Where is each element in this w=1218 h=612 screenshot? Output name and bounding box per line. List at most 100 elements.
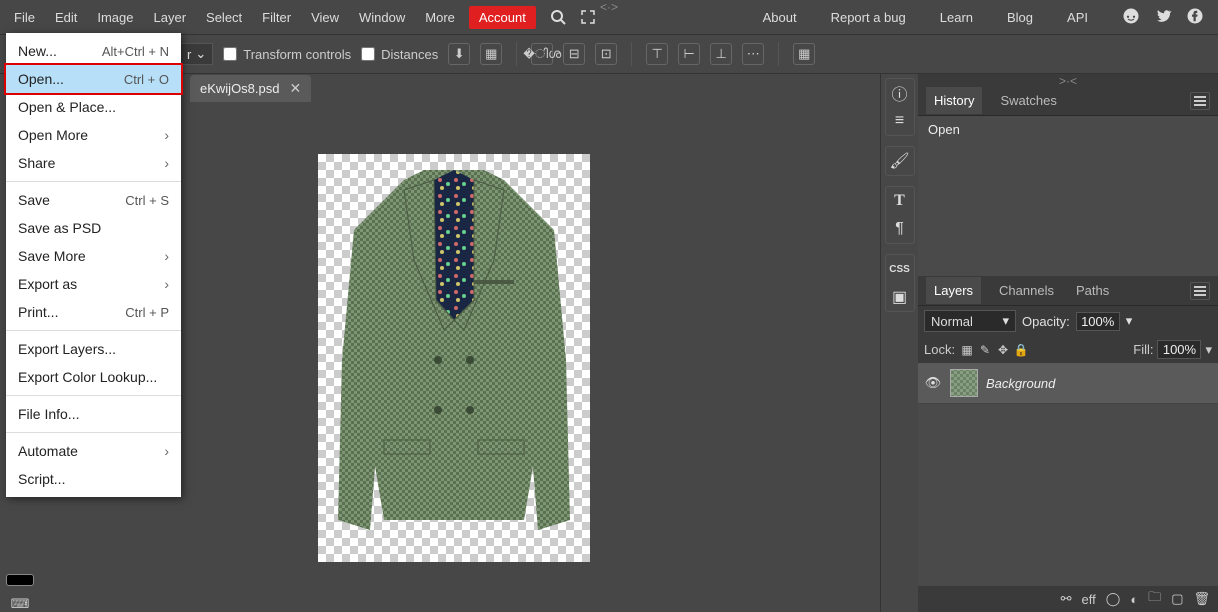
close-tab-icon[interactable]: ✕ bbox=[289, 80, 301, 97]
align-center-h-icon[interactable]: ⊟ bbox=[563, 43, 585, 65]
new-folder-icon[interactable]: 🗀 bbox=[1148, 588, 1161, 610]
opacity-dropdown-icon[interactable]: ▾ bbox=[1126, 313, 1133, 329]
link-learn[interactable]: Learn bbox=[930, 4, 983, 31]
layers-menu-icon[interactable] bbox=[1190, 282, 1210, 300]
menu-edit[interactable]: Edit bbox=[45, 4, 87, 31]
brush-icon[interactable]: 🖌 bbox=[886, 147, 914, 175]
align-middle-icon[interactable]: ⊢ bbox=[678, 43, 700, 65]
align-top-icon[interactable]: ⊤ bbox=[646, 43, 668, 65]
blend-mode-select[interactable]: Normal▾ bbox=[924, 310, 1016, 332]
adjustment-layer-icon[interactable]: ◐ bbox=[1130, 592, 1138, 607]
separator bbox=[778, 42, 779, 66]
reddit-icon[interactable] bbox=[1122, 7, 1140, 28]
dd-item-save-as-psd[interactable]: Save as PSD bbox=[6, 214, 181, 242]
panel-handle[interactable]: <·> bbox=[600, 0, 618, 14]
dd-item-save-more[interactable]: Save More› bbox=[6, 242, 181, 270]
dd-item-file-info-[interactable]: File Info... bbox=[6, 400, 181, 428]
menu-more[interactable]: More bbox=[415, 4, 465, 31]
dd-item-open-[interactable]: Open...Ctrl + O bbox=[4, 63, 183, 95]
layer-thumbnail bbox=[950, 369, 978, 397]
link-layers-icon[interactable]: ⚯ bbox=[1061, 591, 1072, 607]
dd-item-save[interactable]: SaveCtrl + S bbox=[6, 186, 181, 214]
fill-label: Fill: bbox=[1133, 342, 1153, 357]
color-swatch[interactable] bbox=[6, 574, 34, 586]
tab-channels[interactable]: Channels bbox=[995, 277, 1058, 304]
tab-swatches[interactable]: Swatches bbox=[996, 87, 1060, 114]
jacket-image bbox=[324, 160, 584, 556]
tab-paths[interactable]: Paths bbox=[1072, 277, 1113, 304]
lock-label: Lock: bbox=[924, 342, 955, 357]
tab-history[interactable]: History bbox=[926, 87, 982, 114]
dd-item-new-[interactable]: New...Alt+Ctrl + N bbox=[6, 37, 181, 65]
distances-check[interactable]: Distances bbox=[361, 47, 438, 62]
opacity-input[interactable]: 100% bbox=[1076, 312, 1120, 331]
lock-brush-icon[interactable]: ✎ bbox=[977, 342, 993, 358]
facebook-icon[interactable] bbox=[1186, 7, 1204, 28]
lock-pixels-icon[interactable]: ▦ bbox=[959, 342, 975, 358]
css-icon[interactable]: CSS bbox=[886, 255, 914, 283]
dd-item-automate[interactable]: Automate› bbox=[6, 437, 181, 465]
file-dropdown: New...Alt+Ctrl + NOpen...Ctrl + OOpen & … bbox=[6, 33, 181, 497]
canvas-artboard[interactable] bbox=[318, 154, 590, 562]
fill-input[interactable]: 100% bbox=[1157, 340, 1201, 359]
dd-item-share[interactable]: Share› bbox=[6, 149, 181, 177]
search-icon[interactable] bbox=[548, 7, 568, 27]
grid-icon[interactable]: ▦ bbox=[793, 43, 815, 65]
new-layer-icon[interactable]: ▢ bbox=[1171, 591, 1183, 607]
link-about[interactable]: About bbox=[753, 4, 807, 31]
delete-layer-icon[interactable]: 🗑 bbox=[1193, 591, 1210, 607]
qr-icon[interactable]: ▦ bbox=[480, 43, 502, 65]
twitter-icon[interactable] bbox=[1154, 7, 1172, 28]
dd-item-open-place-[interactable]: Open & Place... bbox=[6, 93, 181, 121]
align-right-icon[interactable]: ⊡ bbox=[595, 43, 617, 65]
layer-effects-icon[interactable]: eff bbox=[1082, 592, 1096, 607]
paragraph-icon[interactable]: ¶ bbox=[886, 215, 914, 243]
menu-layer[interactable]: Layer bbox=[144, 4, 197, 31]
separator bbox=[631, 42, 632, 66]
distances-label: Distances bbox=[381, 47, 438, 62]
transform-label: Transform controls bbox=[243, 47, 351, 62]
layer-name: Background bbox=[986, 376, 1055, 391]
info-icon[interactable]: ⓘ bbox=[886, 79, 914, 107]
link-blog[interactable]: Blog bbox=[997, 4, 1043, 31]
keyboard-icon[interactable]: ⌨ bbox=[11, 596, 30, 612]
layer-select[interactable]: r⌄ bbox=[180, 43, 213, 65]
dd-item-export-as[interactable]: Export as› bbox=[6, 270, 181, 298]
layer-mask-icon[interactable]: ◯ bbox=[1106, 591, 1121, 607]
dd-item-script-[interactable]: Script... bbox=[6, 465, 181, 493]
document-name: eKwijOs8.psd bbox=[200, 81, 279, 96]
history-menu-icon[interactable] bbox=[1190, 92, 1210, 110]
align-left-icon[interactable]: �ിശ bbox=[531, 43, 553, 65]
tab-layers[interactable]: Layers bbox=[926, 277, 981, 304]
menu-select[interactable]: Select bbox=[196, 4, 252, 31]
link-report-bug[interactable]: Report a bug bbox=[821, 4, 916, 31]
fullscreen-icon[interactable] bbox=[578, 7, 598, 27]
dd-item-export-layers-[interactable]: Export Layers... bbox=[6, 335, 181, 363]
type-icon[interactable]: T bbox=[886, 187, 914, 215]
download-icon[interactable]: ⬇ bbox=[448, 43, 470, 65]
document-tab[interactable]: eKwijOs8.psd ✕ bbox=[190, 75, 311, 102]
dd-item-export-color-lookup-[interactable]: Export Color Lookup... bbox=[6, 363, 181, 391]
lock-move-icon[interactable]: ✥ bbox=[995, 342, 1011, 358]
menu-window[interactable]: Window bbox=[349, 4, 415, 31]
dd-item-print-[interactable]: Print...Ctrl + P bbox=[6, 298, 181, 326]
link-api[interactable]: API bbox=[1057, 4, 1098, 31]
separator bbox=[516, 42, 517, 66]
fill-dropdown-icon[interactable]: ▾ bbox=[1205, 342, 1212, 358]
align-bottom-icon[interactable]: ⊥ bbox=[710, 43, 732, 65]
history-item-open[interactable]: Open bbox=[918, 116, 1218, 143]
distribute-icon[interactable]: ⋯ bbox=[742, 43, 764, 65]
transform-controls-check[interactable]: Transform controls bbox=[223, 47, 351, 62]
lock-all-icon[interactable]: 🔒 bbox=[1013, 342, 1029, 358]
dd-item-open-more[interactable]: Open More› bbox=[6, 121, 181, 149]
opacity-label: Opacity: bbox=[1022, 314, 1070, 329]
menu-file[interactable]: File bbox=[4, 4, 45, 31]
sliders-icon[interactable]: ≡ bbox=[886, 107, 914, 135]
menu-view[interactable]: View bbox=[301, 4, 349, 31]
menu-filter[interactable]: Filter bbox=[252, 4, 301, 31]
picture-icon[interactable]: ▣ bbox=[886, 283, 914, 311]
menu-image[interactable]: Image bbox=[87, 4, 143, 31]
layer-row-background[interactable]: 👁 Background bbox=[918, 363, 1218, 404]
visibility-icon[interactable]: 👁 bbox=[924, 375, 942, 391]
menu-account[interactable]: Account bbox=[469, 6, 536, 29]
